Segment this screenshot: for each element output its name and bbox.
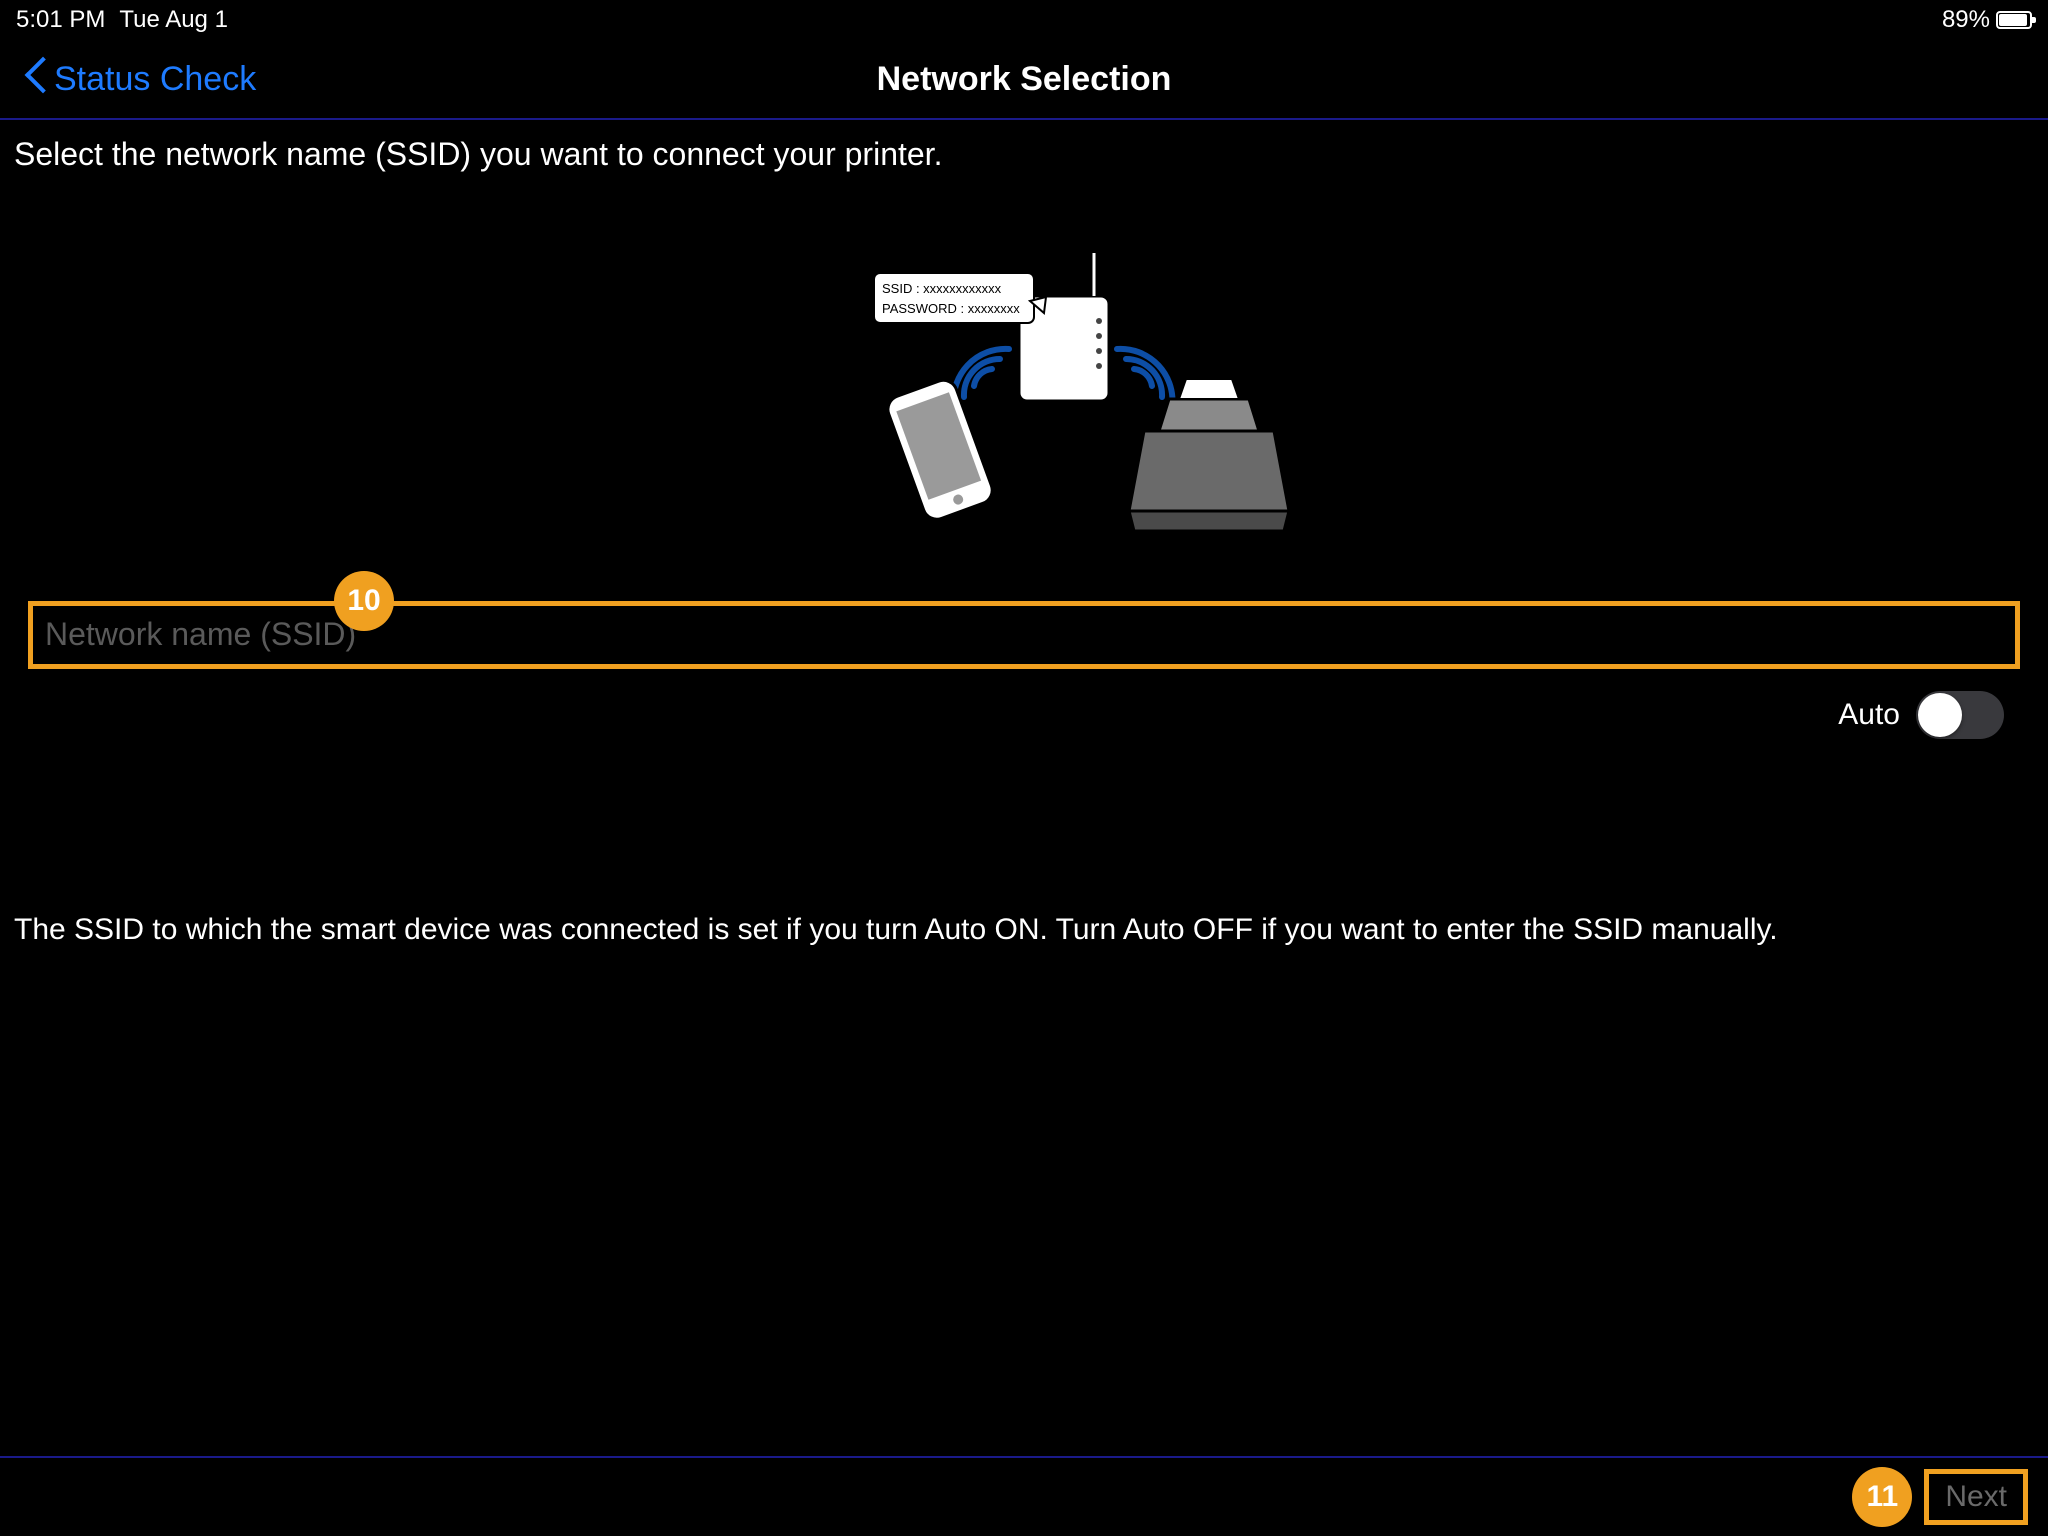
next-button[interactable]: Next <box>1924 1469 2028 1525</box>
network-illustration: SSID : xxxxxxxxxxxx PASSWORD : xxxxxxxx <box>744 241 1304 541</box>
battery-icon <box>1996 11 2032 29</box>
auto-label: Auto <box>1838 698 1900 732</box>
status-bar: 5:01 PM Tue Aug 1 89% <box>0 0 2048 40</box>
instruction-text-2: The SSID to which the smart device was c… <box>14 739 2034 951</box>
svg-text:SSID : xxxxxxxxxxxx: SSID : xxxxxxxxxxxx <box>882 281 1002 296</box>
ssid-field-wrap: 10 <box>14 601 2034 669</box>
back-button[interactable]: Status Check <box>30 60 256 99</box>
footer-bar: 11 Next <box>0 1456 2048 1536</box>
page-title: Network Selection <box>877 60 1172 99</box>
ssid-input[interactable] <box>28 601 2020 669</box>
auto-toggle-row: Auto <box>14 669 2034 739</box>
auto-toggle[interactable] <box>1916 691 2004 739</box>
nav-bar: Status Check Network Selection <box>0 40 2048 120</box>
status-date: Tue Aug 1 <box>119 6 228 34</box>
toggle-knob-icon <box>1918 693 1962 737</box>
svg-text:PASSWORD : xxxxxxxx: PASSWORD : xxxxxxxx <box>882 301 1020 316</box>
content-area: Select the network name (SSID) you want … <box>0 120 2048 1456</box>
chevron-left-icon <box>30 62 50 96</box>
battery-percent: 89% <box>1942 6 1990 34</box>
back-label: Status Check <box>54 60 256 99</box>
callout-badge-11: 11 <box>1852 1467 1912 1527</box>
callout-badge-10: 10 <box>334 571 394 631</box>
instruction-text: Select the network name (SSID) you want … <box>14 120 2034 181</box>
status-time: 5:01 PM <box>16 6 105 34</box>
